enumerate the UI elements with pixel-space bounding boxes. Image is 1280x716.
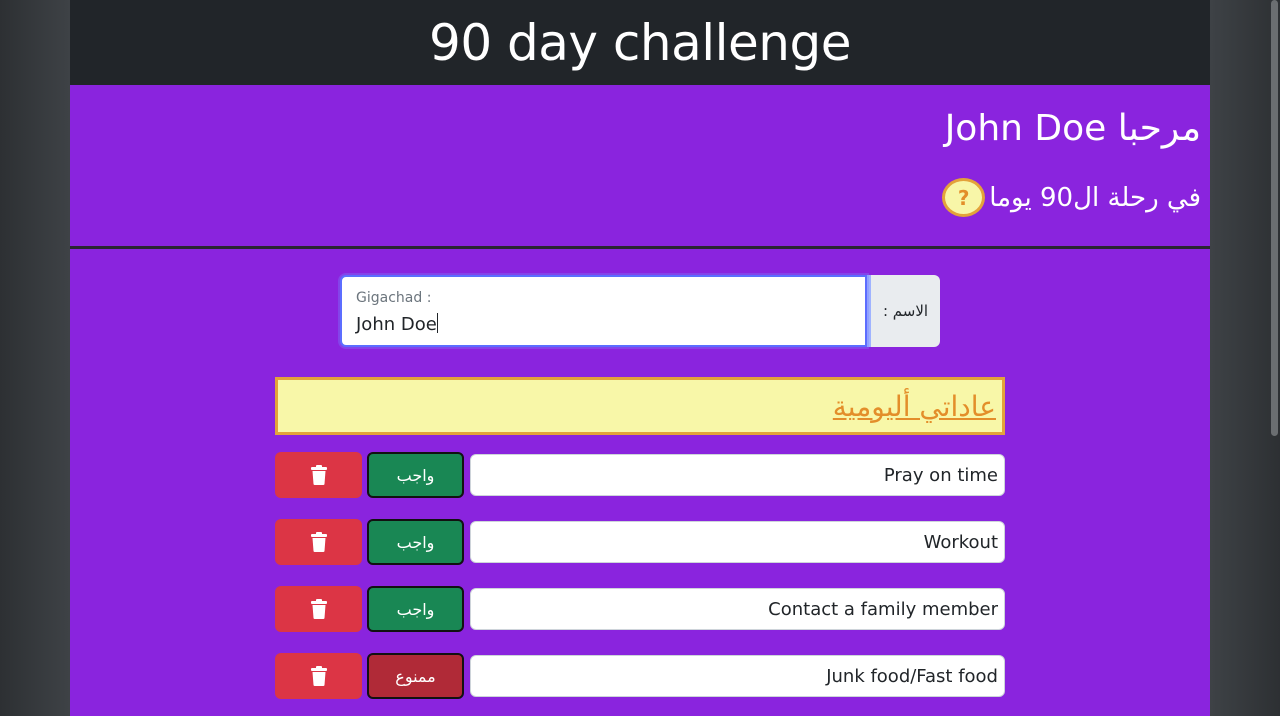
journey-line: في رحلة ال90 يوما ? <box>942 178 1201 217</box>
habit-state-button[interactable]: واجب <box>367 586 464 632</box>
delete-button[interactable] <box>275 653 362 699</box>
habits-header: عاداتي أليومية <box>275 377 1005 435</box>
name-input-group: Gigachad : John Doe الاسم : <box>340 275 940 347</box>
name-addon-label: الاسم : <box>867 275 940 347</box>
habit-state-button[interactable]: واجب <box>367 452 464 498</box>
navbar: 90 day challenge <box>70 0 1210 85</box>
journey-text: في رحلة ال90 يوما <box>989 182 1201 213</box>
app-container: 90 day challenge مرحبا John Doe في رحلة … <box>70 0 1210 716</box>
habit-state-button[interactable]: ممنوع <box>367 653 464 699</box>
habit-row: واجب Pray on time <box>275 452 1005 498</box>
scrollbar[interactable] <box>1271 0 1278 436</box>
habit-input[interactable]: Pray on time <box>470 454 1005 496</box>
habit-row: واجب Contact a family member <box>275 586 1005 632</box>
trash-icon <box>310 465 327 485</box>
name-input-label: Gigachad : <box>356 290 432 306</box>
question-icon: ? <box>957 185 970 210</box>
habit-input[interactable]: Workout <box>470 521 1005 563</box>
delete-button[interactable] <box>275 452 362 498</box>
page-margin-left <box>0 0 70 716</box>
trash-icon <box>310 532 327 552</box>
text-caret <box>436 313 438 333</box>
trash-icon <box>310 666 327 686</box>
name-input-value[interactable]: John Doe <box>356 313 438 335</box>
page-margin-right <box>1210 0 1280 716</box>
app-title: 90 day challenge <box>429 13 851 72</box>
habit-state-button[interactable]: واجب <box>367 519 464 565</box>
habit-input[interactable]: Contact a family member <box>470 588 1005 630</box>
habit-input[interactable]: Junk food/Fast food <box>470 655 1005 697</box>
habits-header-title: عاداتي أليومية <box>832 389 996 423</box>
habit-row: واجب Workout <box>275 519 1005 565</box>
divider <box>70 246 1210 249</box>
name-input[interactable]: Gigachad : John Doe <box>340 275 867 347</box>
delete-button[interactable] <box>275 519 362 565</box>
delete-button[interactable] <box>275 586 362 632</box>
trash-icon <box>310 599 327 619</box>
habit-row: ممنوع Junk food/Fast food <box>275 653 1005 699</box>
greeting-text: مرحبا John Doe <box>944 108 1201 149</box>
help-button[interactable]: ? <box>942 178 986 217</box>
